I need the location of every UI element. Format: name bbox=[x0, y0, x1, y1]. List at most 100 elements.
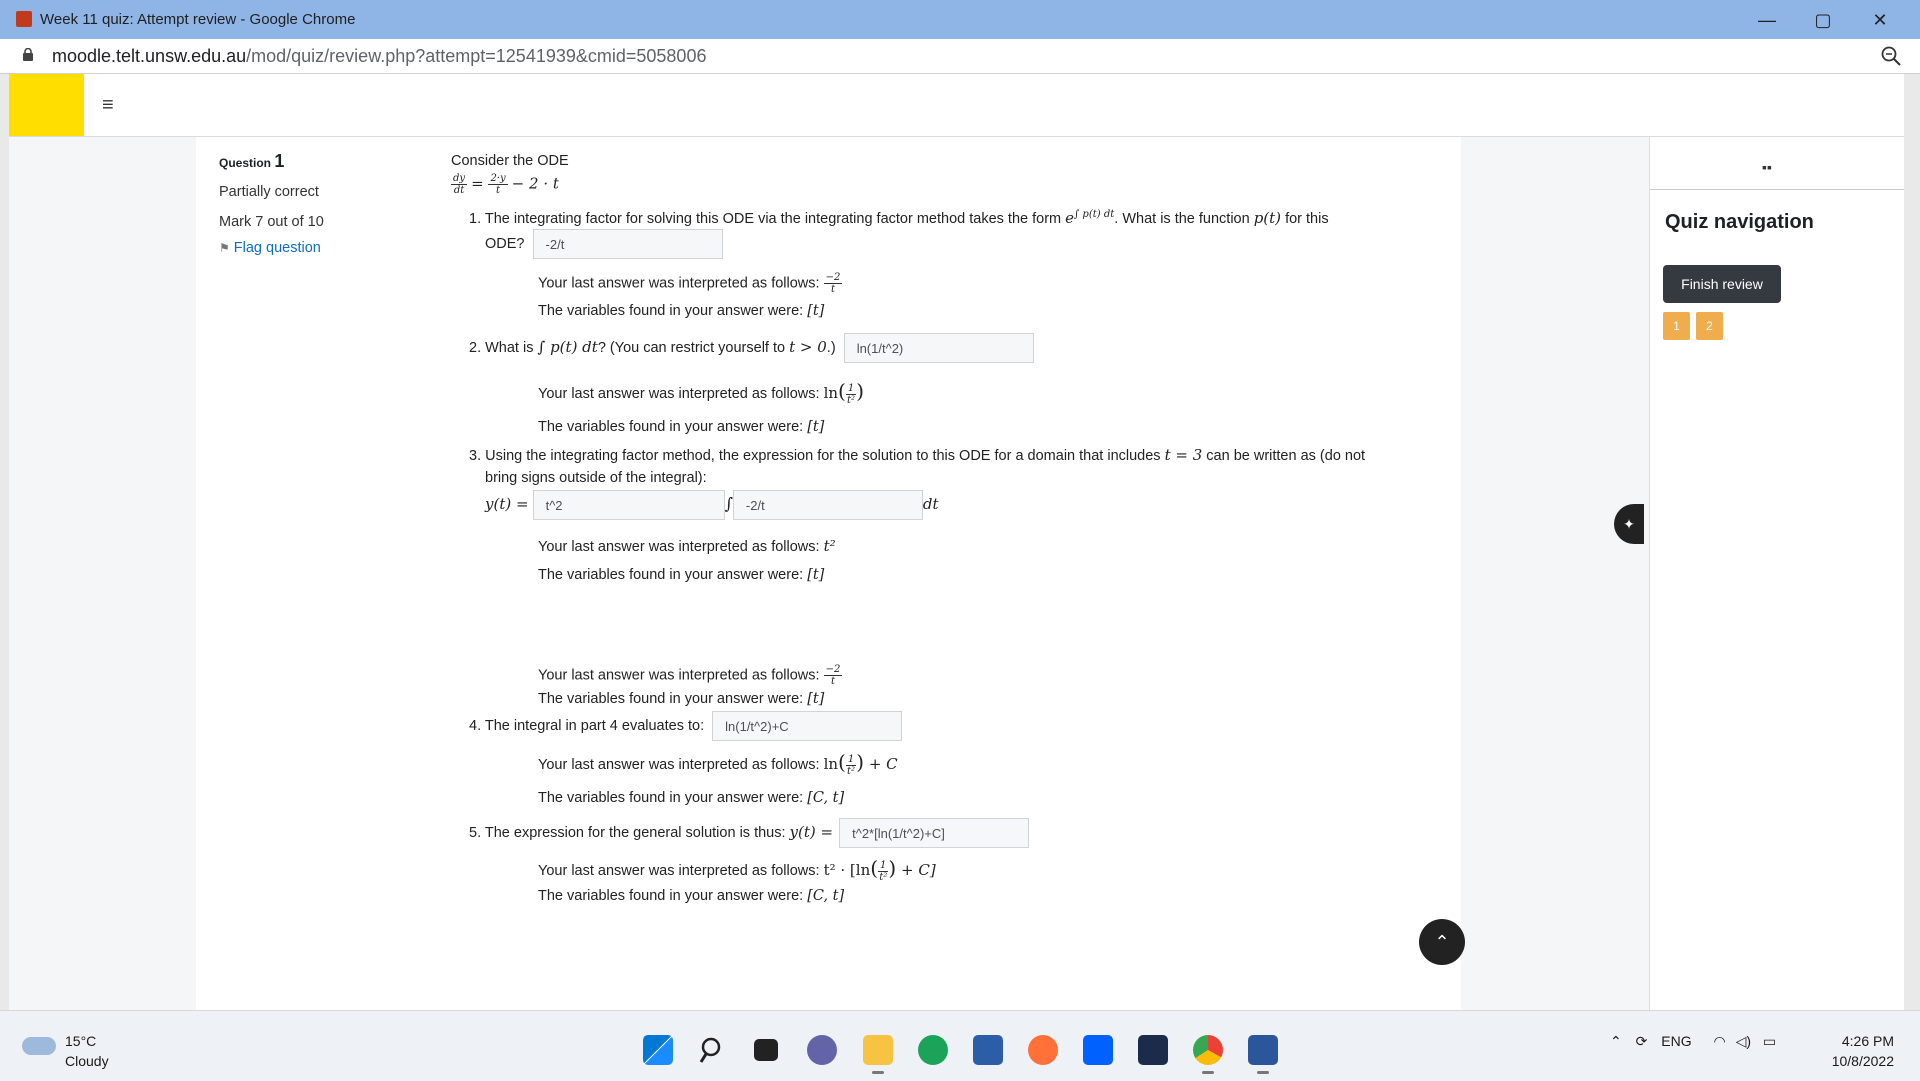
teams-chat-icon[interactable] bbox=[807, 1035, 837, 1065]
pin-icon[interactable]: ✦ bbox=[1614, 504, 1644, 544]
part3b-interp-frac: −2 t bbox=[823, 664, 843, 687]
unsw-logo[interactable] bbox=[9, 74, 84, 136]
url-path: /mod/quiz/review.php?attempt=12541939&cm… bbox=[246, 46, 707, 66]
part5-interpretation: Your last answer was interpreted as foll… bbox=[538, 856, 936, 883]
quiz-nav-question-1[interactable]: 1 bbox=[1663, 312, 1690, 340]
weather-temperature[interactable]: 15°C bbox=[65, 1033, 96, 1049]
part1-vars-label: The variables found in your answer were: bbox=[538, 303, 808, 319]
part3-answer1-input[interactable]: t^2 bbox=[532, 490, 725, 520]
battery-icon[interactable]: ▭ bbox=[1763, 1033, 1776, 1049]
search-icon[interactable] bbox=[698, 1035, 728, 1065]
question-number-value: 1 bbox=[274, 151, 285, 171]
part1-interp-den: t bbox=[830, 284, 835, 295]
chrome-icon[interactable] bbox=[1193, 1035, 1223, 1074]
part3-integral-sign: ∫ bbox=[724, 493, 733, 513]
close-button[interactable]: ✕ bbox=[1857, 6, 1903, 34]
firefox-icon[interactable] bbox=[1028, 1035, 1058, 1065]
part2-answer-input[interactable]: ln(1/t^2) bbox=[843, 333, 1034, 363]
task-view-icon[interactable] bbox=[754, 1039, 778, 1061]
url-domain: moodle.telt.unsw.edu.au bbox=[52, 46, 247, 66]
part5-vars-label: The variables found in your answer were: bbox=[538, 888, 808, 904]
question-number: Question 1 bbox=[219, 151, 409, 172]
part2-text-b: ? (You can restrict yourself to bbox=[597, 339, 790, 356]
app-icon[interactable] bbox=[1138, 1035, 1168, 1065]
wifi-icon[interactable]: ◠ bbox=[1713, 1033, 1725, 1049]
question-intro: Consider the ODE bbox=[451, 153, 569, 169]
ode-rhs-num: 2·y bbox=[488, 173, 508, 185]
flag-question-link[interactable]: ⚑ Flag question bbox=[219, 240, 409, 256]
part1-vars: [t] bbox=[807, 303, 825, 319]
part4-interp-label: Your last answer was interpreted as foll… bbox=[538, 757, 824, 773]
language-indicator[interactable]: ENG bbox=[1661, 1033, 1691, 1049]
quiz-nav-question-2[interactable]: 2 bbox=[1696, 312, 1723, 340]
clock-time: 4:26 PM bbox=[1841, 1033, 1894, 1049]
part3b-vars: [t] bbox=[807, 691, 825, 707]
part1-text-b: . What is the function bbox=[1114, 211, 1254, 227]
maximize-button[interactable]: ▢ bbox=[1800, 6, 1846, 34]
quiz-navigation-drawer: ▪▪ Quiz navigation Finish review 1 2 bbox=[1649, 137, 1904, 1010]
volume-icon[interactable]: ◁) bbox=[1736, 1033, 1751, 1049]
part3-dt: dt bbox=[922, 494, 939, 513]
zoom-icon[interactable] bbox=[1880, 45, 1902, 67]
sync-icon[interactable]: ⟳ bbox=[1636, 1033, 1648, 1049]
minimize-button[interactable]: — bbox=[1744, 6, 1790, 34]
cloud-icon[interactable] bbox=[22, 1037, 56, 1055]
part2-vars: [t] bbox=[807, 419, 825, 435]
part1-if-base: e bbox=[1065, 209, 1075, 227]
part5-interp-a: t² · [ln bbox=[823, 861, 871, 879]
weather-condition[interactable]: Cloudy bbox=[65, 1053, 109, 1069]
part1-text: 1. The integrating factor for solving th… bbox=[469, 209, 1329, 227]
part1-interp-label: Your last answer was interpreted as foll… bbox=[538, 275, 824, 292]
hamburger-menu-icon[interactable]: ≡ bbox=[102, 94, 114, 117]
part2-text-a: 2. What is bbox=[469, 339, 538, 356]
windows-start-icon[interactable] bbox=[643, 1035, 673, 1065]
part2-interp-den: t² bbox=[847, 394, 856, 406]
part3b-vars-label: The variables found in your answer were: bbox=[538, 691, 808, 707]
part2-interp-ln: ln bbox=[823, 384, 839, 402]
part3b-interp-label: Your last answer was interpreted as foll… bbox=[538, 667, 824, 684]
microsoft-store-icon[interactable] bbox=[973, 1035, 1003, 1065]
part1-answer-input[interactable]: -2/t bbox=[532, 229, 723, 259]
part2-interp-num: 1 bbox=[845, 382, 857, 395]
part3-text-c: bring signs outside of the integral): bbox=[485, 470, 707, 486]
question-content: Question 1 Partially correct Mark 7 out … bbox=[196, 137, 1461, 1010]
part4-variables: The variables found in your answer were:… bbox=[538, 790, 844, 806]
part2-text-c: .) bbox=[826, 339, 836, 356]
back-to-top-button[interactable]: ⌃ bbox=[1419, 919, 1465, 965]
question-grade: Mark 7 out of 10 bbox=[219, 214, 324, 230]
part5-row: 5. The expression for the general soluti… bbox=[469, 818, 1030, 848]
block-grid-icon[interactable]: ▪▪ bbox=[1762, 159, 1772, 175]
flag-question-label: Flag question bbox=[233, 240, 321, 256]
word-icon[interactable] bbox=[1248, 1035, 1278, 1074]
dropbox-icon[interactable] bbox=[1083, 1035, 1113, 1065]
part3-answer2-input[interactable]: -2/t bbox=[732, 490, 923, 520]
ode-lhs-den: dt bbox=[453, 185, 465, 196]
moodle-navbar: ≡ bbox=[9, 74, 1904, 137]
system-clock[interactable]: 4:26 PM 10/8/2022 bbox=[1832, 1031, 1894, 1071]
part1-pt: p(t) bbox=[1253, 209, 1282, 227]
part3a-variables: The variables found in your answer were:… bbox=[538, 567, 824, 583]
part1-interp-num: −2 bbox=[823, 272, 843, 284]
chevron-up-icon[interactable]: ⌃ bbox=[1610, 1033, 1622, 1049]
edge-icon[interactable] bbox=[918, 1035, 948, 1065]
ode-rhs-frac: 2·y t bbox=[488, 173, 508, 196]
drawer-divider bbox=[1650, 189, 1904, 190]
moodle-page: ≡ Question 1 Partially correct Mark 7 ou… bbox=[9, 74, 1904, 1010]
part5-text: 5. The expression for the general soluti… bbox=[469, 824, 790, 841]
part4-answer-input[interactable]: ln(1/t^2)+C bbox=[712, 711, 903, 741]
part4-interp-num: 1 bbox=[845, 753, 857, 766]
part3-cond: t = 3 bbox=[1164, 446, 1203, 464]
file-explorer-icon[interactable] bbox=[863, 1035, 893, 1074]
question-info: Question 1 Partially correct Mark 7 out … bbox=[219, 151, 409, 256]
part4-vars-label: The variables found in your answer were: bbox=[538, 790, 808, 806]
part1-if-exp: ∫ p(t) dt bbox=[1074, 209, 1115, 221]
window-title: Week 11 quiz: Attempt review - Google Ch… bbox=[40, 11, 356, 28]
part4-text: 4. The integral in part 4 evaluates to: bbox=[469, 717, 705, 734]
finish-review-button[interactable]: Finish review bbox=[1663, 265, 1781, 303]
ode-lhs: dy dt bbox=[451, 173, 468, 196]
address-bar[interactable]: moodle.telt.unsw.edu.au/mod/quiz/review.… bbox=[0, 39, 1920, 74]
part2-vars-label: The variables found in your answer were: bbox=[538, 419, 808, 435]
browser-title-bar: Week 11 quiz: Attempt review - Google Ch… bbox=[0, 0, 1920, 39]
url-text[interactable]: moodle.telt.unsw.edu.au/mod/quiz/review.… bbox=[52, 46, 706, 67]
part5-answer-input[interactable]: t^2*[ln(1/t^2)+C] bbox=[839, 818, 1030, 848]
